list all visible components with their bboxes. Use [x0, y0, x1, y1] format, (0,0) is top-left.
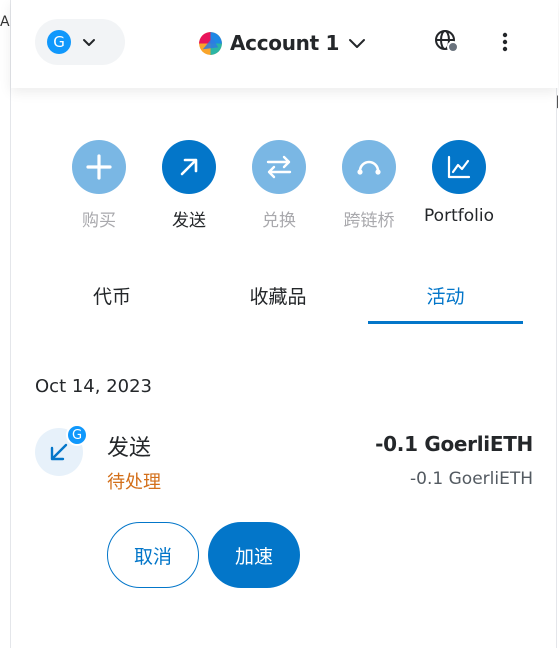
arrow-up-right-icon	[50, 443, 68, 461]
send-button[interactable]: 发送	[144, 140, 234, 231]
network-picker-button[interactable]: G	[35, 19, 125, 65]
app-header: G Account 1	[11, 0, 558, 88]
globe-icon[interactable]	[433, 28, 461, 56]
portfolio-button-circle	[432, 140, 486, 194]
transaction-icon-wrap: G	[35, 424, 88, 478]
bridge-button-circle	[342, 140, 396, 194]
buy-label: 购买	[82, 211, 116, 231]
transaction-title: 发送	[107, 436, 152, 461]
account-picker-button[interactable]: Account 1	[199, 27, 367, 59]
account-name: Account 1	[230, 31, 340, 55]
swap-button[interactable]: 兑换	[234, 140, 324, 231]
transaction-secondary-amount: -0.1 GoerliETH	[410, 469, 533, 489]
chart-icon	[447, 155, 471, 179]
buy-button[interactable]: 购买	[54, 140, 144, 231]
swap-label: 兑换	[262, 211, 296, 231]
bridge-icon	[357, 160, 381, 175]
arrow-up-right-icon	[180, 158, 198, 176]
chevron-down-icon	[83, 39, 95, 46]
tab-activity[interactable]: 活动	[368, 272, 523, 324]
buy-button-circle	[72, 140, 126, 194]
swap-icon	[266, 155, 292, 179]
bridge-button[interactable]: 跨链桥	[324, 140, 414, 231]
cancel-button[interactable]: 取消	[107, 522, 199, 588]
tab-tokens[interactable]: 代币	[35, 272, 189, 324]
network-badge: G	[66, 424, 88, 446]
plus-icon	[86, 154, 112, 180]
tab-bar: 代币 收藏品 活动	[35, 272, 533, 324]
chevron-down-icon	[349, 39, 366, 48]
swap-button-circle	[252, 140, 306, 194]
send-label: 发送	[172, 211, 206, 231]
speed-up-button[interactable]: 加速	[208, 522, 300, 588]
transaction-list-item[interactable]: G 发送 待处理 -0.1 GoerliETH -0.1 GoerliETH	[35, 422, 533, 502]
wallet-popup: G Account 1 购买 发送 兑换 跨链桥 Portfolio 代币 收藏…	[10, 0, 558, 648]
more-vertical-icon[interactable]	[493, 28, 517, 56]
transaction-status: 待处理	[107, 472, 161, 493]
activity-date: Oct 14, 2023	[35, 376, 152, 397]
account-avatar-icon	[199, 31, 222, 55]
portfolio-button[interactable]: Portfolio	[414, 140, 504, 226]
bridge-label: 跨链桥	[343, 211, 395, 231]
action-bar: 购买 发送 兑换 跨链桥 Portfolio	[11, 140, 558, 240]
send-button-circle	[162, 140, 216, 194]
network-avatar: G	[47, 30, 71, 54]
background-text-fragment: A	[0, 14, 10, 30]
transaction-amount: -0.1 GoerliETH	[375, 432, 533, 456]
tab-nfts[interactable]: 收藏品	[201, 272, 355, 324]
portfolio-label: Portfolio	[424, 206, 494, 226]
